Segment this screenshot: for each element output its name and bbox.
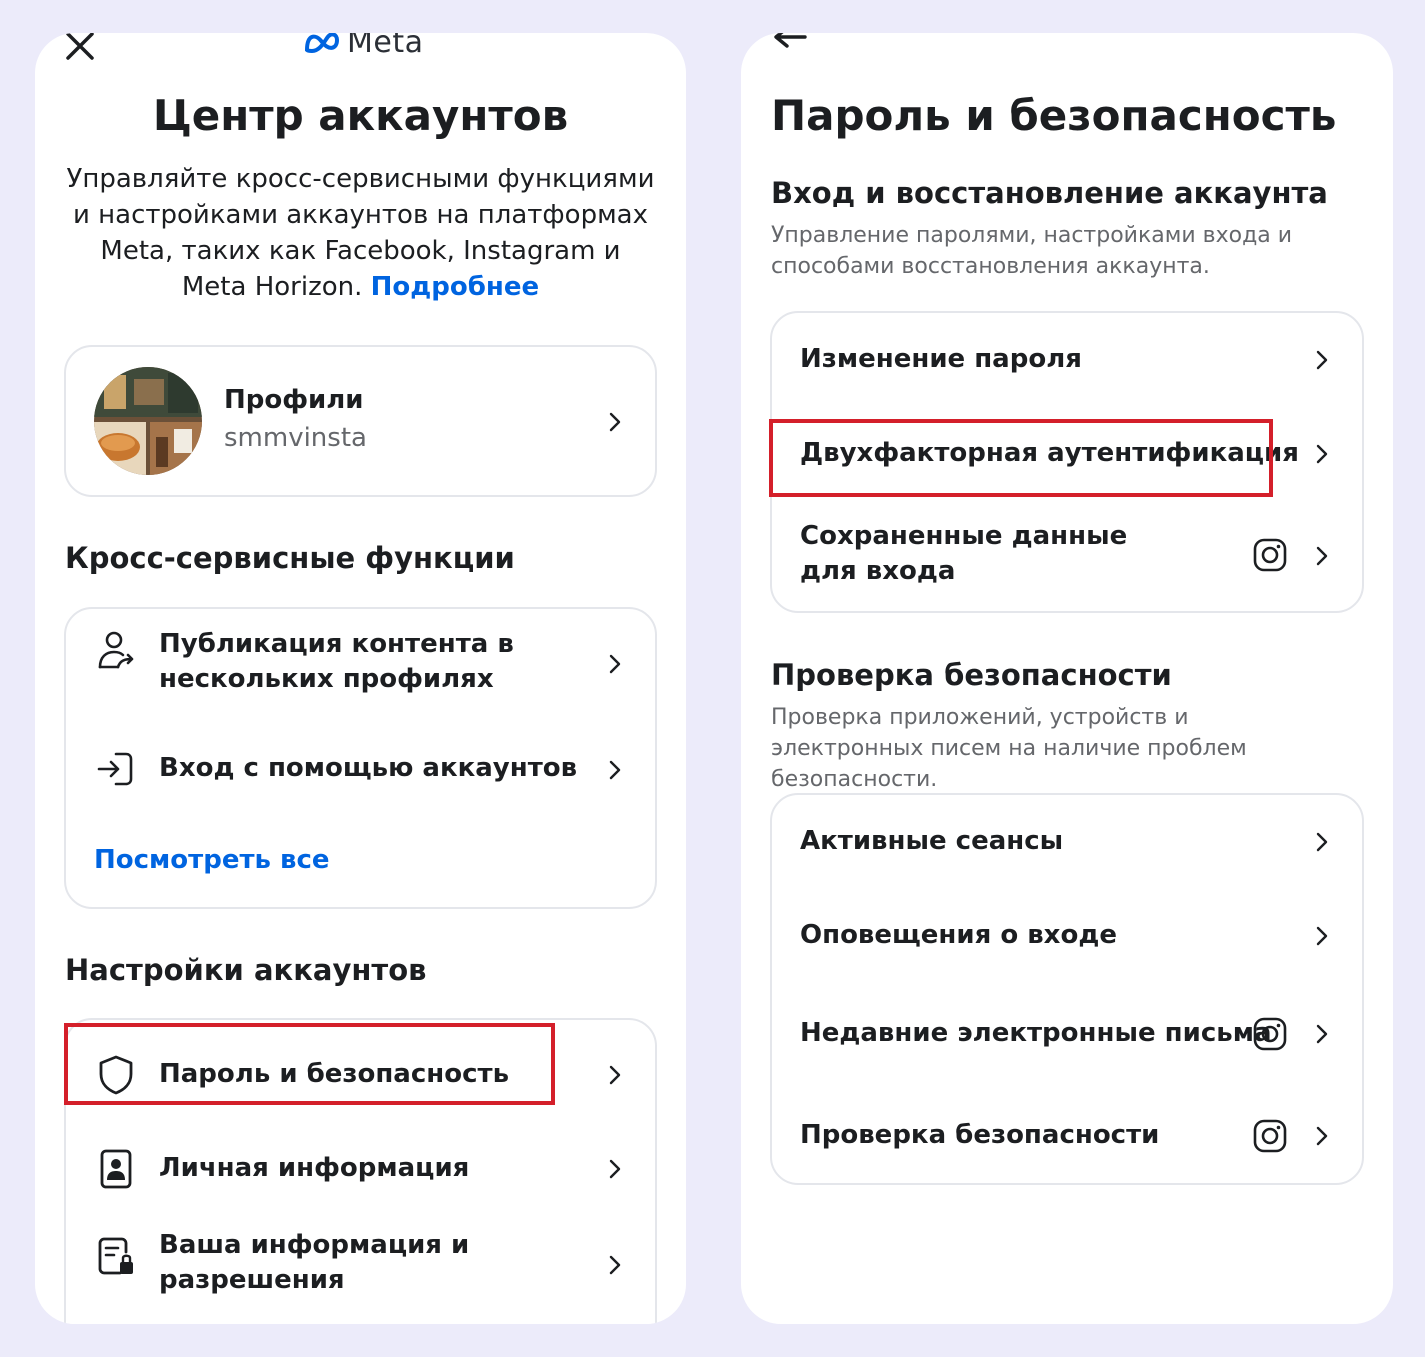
login-arrow-icon <box>97 752 133 786</box>
cross-item-login[interactable]: Вход с помощью аккаунтов <box>66 745 655 793</box>
settings-item-label: Личная информация <box>159 1153 470 1183</box>
cross-section-title: Кросс-сервисные функции <box>65 541 515 575</box>
chevron-right-icon <box>609 1159 621 1179</box>
id-card-icon <box>100 1149 132 1189</box>
item-security-checkup[interactable]: Проверка безопасности <box>772 1111 1362 1161</box>
item-label: Сохраненные данные для входа <box>800 521 1128 586</box>
settings-item-personal-info[interactable]: Личная информация <box>66 1144 655 1194</box>
settings-section-title: Настройки аккаунтов <box>65 953 427 987</box>
item-label: Активные сеансы <box>800 826 1064 856</box>
chevron-right-icon <box>1316 926 1328 946</box>
cross-item-label: Вход с помощью аккаунтов <box>159 753 578 783</box>
instagram-icon <box>1253 1017 1287 1051</box>
chevron-right-icon <box>1316 546 1328 566</box>
highlight-password-security <box>64 1023 555 1105</box>
document-lock-icon <box>98 1237 133 1275</box>
security-section-description: Проверка приложений, устройств и электро… <box>771 705 1247 792</box>
page-description: Управляйте кросс-сервисными функциями и … <box>65 161 656 305</box>
highlight-two-factor <box>769 419 1273 497</box>
settings-item-your-info[interactable]: Ваша информация и разрешения <box>66 1228 655 1304</box>
item-login-alerts[interactable]: Оповещения о входе <box>772 911 1362 961</box>
profile-username: smmvinsta <box>224 423 367 453</box>
item-active-sessions[interactable]: Активные сеансы <box>772 817 1362 867</box>
item-label: Оповещения о входе <box>800 920 1117 950</box>
instagram-icon <box>1253 538 1287 572</box>
chevron-right-icon <box>1316 832 1328 852</box>
chevron-right-icon <box>1316 1126 1328 1146</box>
item-saved-login[interactable]: Сохраненные данные для входа <box>772 519 1362 595</box>
item-label: Изменение пароля <box>800 344 1082 374</box>
chevron-right-icon <box>609 654 621 674</box>
meta-logo: Meta <box>303 33 424 60</box>
item-label: Недавние электронные письма <box>800 1018 1272 1048</box>
settings-item-label: Ваша информация и разрешения <box>159 1230 470 1295</box>
learn-more-link[interactable]: Подробнее <box>371 272 539 302</box>
chevron-right-icon <box>609 1065 621 1085</box>
page-title: Центр аккаунтов <box>152 91 569 140</box>
page-title: Пароль и безопасность <box>771 91 1337 140</box>
meta-infinity-icon <box>304 33 340 53</box>
cross-services-card: Публикация контента в нескольких профиля… <box>64 607 657 909</box>
cross-item-label: Публикация контента в нескольких профиля… <box>159 629 514 694</box>
meta-logo-text: Meta <box>347 33 424 60</box>
chevron-right-icon <box>1316 444 1328 464</box>
chevron-right-icon <box>1316 350 1328 370</box>
instagram-icon <box>1253 1119 1287 1153</box>
chevron-right-icon <box>609 1255 621 1275</box>
password-security-panel: Пароль и безопасность Вход и восстановле… <box>741 33 1393 1324</box>
close-icon[interactable] <box>63 33 97 63</box>
cross-item-publishing[interactable]: Публикация контента в нескольких профиля… <box>66 627 655 703</box>
chevron-right-icon <box>609 760 621 780</box>
chevron-right-icon <box>609 412 621 432</box>
login-section-title: Вход и восстановление аккаунта <box>771 176 1328 210</box>
back-arrow-icon[interactable] <box>771 33 807 57</box>
security-check-card: Активные сеансы Оповещения о входе Недав… <box>770 793 1364 1185</box>
profiles-label: Профили <box>224 385 364 415</box>
see-all-link[interactable]: Посмотреть все <box>94 845 330 875</box>
security-section-title: Проверка безопасности <box>771 658 1172 692</box>
person-share-icon <box>98 631 134 669</box>
item-change-password[interactable]: Изменение пароля <box>772 335 1362 385</box>
avatar <box>94 367 202 475</box>
item-recent-emails[interactable]: Недавние электронные письма <box>772 1009 1362 1059</box>
accounts-center-panel: Meta Центр аккаунтов Управляйте кросс-се… <box>35 33 686 1324</box>
login-section-description: Управление паролями, настройками входа и… <box>771 223 1293 279</box>
profiles-card[interactable]: Профили smmvinsta <box>64 345 657 497</box>
item-label: Проверка безопасности <box>800 1120 1160 1150</box>
description-text: Управляйте кросс-сервисными функциями и … <box>66 164 655 302</box>
chevron-right-icon <box>1316 1024 1328 1044</box>
